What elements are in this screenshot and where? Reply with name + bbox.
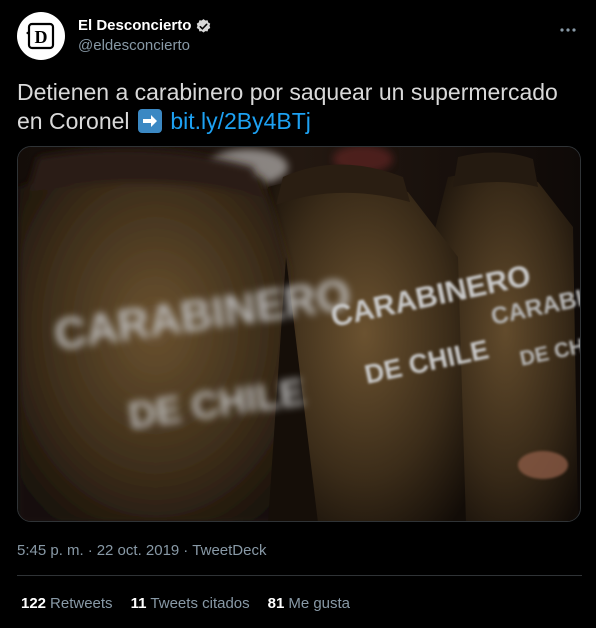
- tweet-link[interactable]: bit.ly/2By4BTj: [170, 108, 311, 134]
- separator: ·: [183, 542, 189, 559]
- likes-stat[interactable]: 81 Me gusta: [268, 595, 350, 612]
- tweet-metadata: 5:45 p. m. · 22 oct. 2019 · TweetDeck: [17, 542, 266, 559]
- author-display-name-row[interactable]: El Desconcierto: [78, 17, 212, 35]
- quotes-count: 11: [130, 595, 147, 612]
- tweet-source[interactable]: TweetDeck: [192, 542, 266, 559]
- author-handle[interactable]: @eldesconcierto: [78, 36, 212, 56]
- avatar[interactable]: D: [17, 12, 65, 60]
- el-desconcierto-logo-icon: D: [26, 22, 55, 50]
- quotes-label: Tweets citados: [150, 595, 250, 612]
- tweet-card: D El Desconcierto @eldesconcierto Detien…: [0, 0, 596, 628]
- carabineros-photo: CARABINERO DE CHILE CARABINERO DE CHILE …: [18, 147, 580, 521]
- svg-text:D: D: [35, 27, 48, 47]
- retweets-stat[interactable]: 122 Retweets: [21, 595, 113, 612]
- likes-count: 81: [267, 595, 285, 612]
- right-arrow-emoji-icon: [137, 109, 162, 133]
- verified-badge-icon: [195, 18, 212, 35]
- tweet-date[interactable]: 22 oct. 2019: [97, 542, 180, 559]
- tweet-header: D El Desconcierto @eldesconcierto: [17, 12, 584, 64]
- retweets-label: Retweets: [50, 595, 113, 612]
- quote-tweets-stat[interactable]: 11 Tweets citados: [131, 595, 250, 612]
- tweet-time[interactable]: 5:45 p. m.: [17, 542, 84, 559]
- retweets-count: 122: [21, 595, 47, 612]
- tweet-text: Detienen a carabinero por saquear un sup…: [17, 78, 577, 136]
- author-display-name: El Desconcierto: [78, 17, 192, 34]
- more-options-icon[interactable]: [556, 18, 580, 42]
- likes-label: Me gusta: [288, 595, 351, 612]
- tweet-stats: 122 Retweets 11 Tweets citados 81 Me gusta: [21, 595, 350, 612]
- tweet-media-image[interactable]: CARABINERO DE CHILE CARABINERO DE CHILE …: [17, 146, 581, 522]
- separator: ·: [87, 542, 93, 559]
- divider: [17, 575, 582, 576]
- author-names: El Desconcierto @eldesconcierto: [78, 17, 212, 56]
